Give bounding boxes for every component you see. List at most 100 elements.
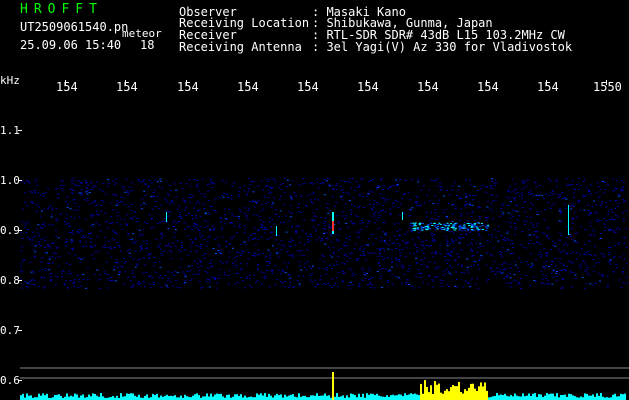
- noise-speck: [43, 286, 46, 288]
- noise-speck: [442, 270, 445, 272]
- noise-speck: [377, 217, 380, 219]
- frequency-unit-label: kHz: [0, 74, 20, 87]
- noise-speck: [309, 236, 312, 237]
- noise-speck: [435, 180, 438, 182]
- y-tick-label: 1.1: [0, 124, 20, 137]
- noise-speck: [168, 242, 171, 244]
- noise-speck: [452, 242, 455, 244]
- noise-speck: [298, 184, 301, 186]
- noise-speck: [570, 272, 573, 274]
- noise-speck: [357, 207, 360, 209]
- noise-speck: [491, 210, 494, 212]
- noise-speck: [447, 253, 450, 255]
- noise-speck: [571, 227, 574, 229]
- noise-speck: [285, 231, 288, 233]
- noise-speck: [95, 205, 98, 206]
- noise-speck: [235, 264, 238, 266]
- spectrum-bar: [82, 394, 84, 400]
- noise-speck: [452, 232, 455, 234]
- noise-speck: [141, 198, 144, 200]
- noise-speck: [280, 189, 283, 191]
- noise-speck: [336, 215, 339, 217]
- noise-speck: [203, 220, 206, 222]
- noise-speck: [354, 274, 357, 276]
- noise-speck: [529, 253, 532, 255]
- noise-speck: [383, 250, 386, 252]
- noise-speck: [439, 189, 442, 191]
- noise-speck: [521, 198, 524, 200]
- noise-speck: [186, 271, 189, 272]
- noise-speck: [159, 204, 162, 206]
- noise-speck: [484, 186, 487, 188]
- noise-speck: [603, 192, 606, 194]
- noise-speck: [21, 221, 24, 223]
- file-name: UT2509061540.pn: [20, 20, 129, 34]
- echo-pixel: [458, 229, 461, 231]
- noise-speck: [494, 179, 496, 181]
- noise-speck: [452, 185, 455, 187]
- noise-speck: [84, 180, 87, 182]
- noise-speck: [513, 222, 516, 224]
- noise-speck: [110, 280, 113, 282]
- noise-speck: [619, 256, 622, 258]
- noise-speck: [260, 271, 263, 273]
- spectrum-bar: [510, 395, 512, 400]
- noise-speck: [490, 234, 493, 236]
- spectrum-bar: [196, 393, 198, 400]
- noise-speck: [134, 250, 137, 252]
- spectrum-bar: [276, 393, 278, 400]
- noise-speck: [571, 222, 574, 224]
- noise-speck: [199, 233, 201, 235]
- noise-speck: [74, 202, 76, 204]
- noise-speck: [612, 189, 615, 191]
- spectrum-bar: [38, 393, 40, 400]
- noise-speck: [349, 178, 352, 180]
- noise-speck: [80, 182, 83, 184]
- noise-speck: [325, 273, 327, 275]
- spectrum-bar: [100, 393, 102, 400]
- noise-speck: [585, 282, 588, 284]
- noise-speck: [189, 279, 192, 281]
- noise-speck: [212, 225, 215, 227]
- noise-speck: [610, 217, 613, 219]
- spectrum-bar: [354, 395, 356, 400]
- noise-speck: [90, 241, 92, 243]
- noise-speck: [426, 265, 428, 267]
- noise-speck: [358, 286, 361, 288]
- noise-speck: [388, 199, 391, 201]
- noise-speck: [434, 229, 437, 231]
- spectrum-bar: [26, 393, 28, 400]
- noise-speck: [456, 286, 459, 288]
- noise-speck: [66, 196, 69, 198]
- echo-pixel: [417, 228, 420, 230]
- noise-speck: [491, 188, 494, 190]
- noise-speck: [238, 190, 241, 192]
- noise-speck: [146, 240, 148, 242]
- noise-speck: [221, 262, 224, 264]
- noise-speck: [336, 238, 339, 240]
- noise-speck: [206, 225, 209, 227]
- noise-speck: [314, 198, 316, 200]
- noise-speck: [221, 194, 224, 196]
- noise-speck: [530, 265, 533, 267]
- echo-pixel: [434, 222, 436, 224]
- noise-speck: [183, 222, 186, 223]
- noise-speck: [80, 189, 83, 191]
- noise-speck: [303, 254, 306, 256]
- noise-speck: [142, 240, 145, 242]
- noise-speck: [113, 183, 116, 185]
- noise-speck: [615, 200, 618, 202]
- noise-speck: [251, 199, 254, 201]
- noise-speck: [105, 221, 108, 222]
- noise-speck: [443, 256, 446, 257]
- spectrum-bar: [390, 395, 392, 400]
- noise-speck: [93, 273, 96, 275]
- noise-speck: [455, 205, 458, 207]
- noise-speck: [272, 197, 275, 199]
- noise-speck: [584, 228, 587, 230]
- noise-speck: [417, 272, 420, 274]
- noise-speck: [195, 203, 198, 205]
- noise-speck: [555, 179, 558, 181]
- noise-speck: [200, 243, 203, 245]
- spectrum-bar: [262, 395, 264, 400]
